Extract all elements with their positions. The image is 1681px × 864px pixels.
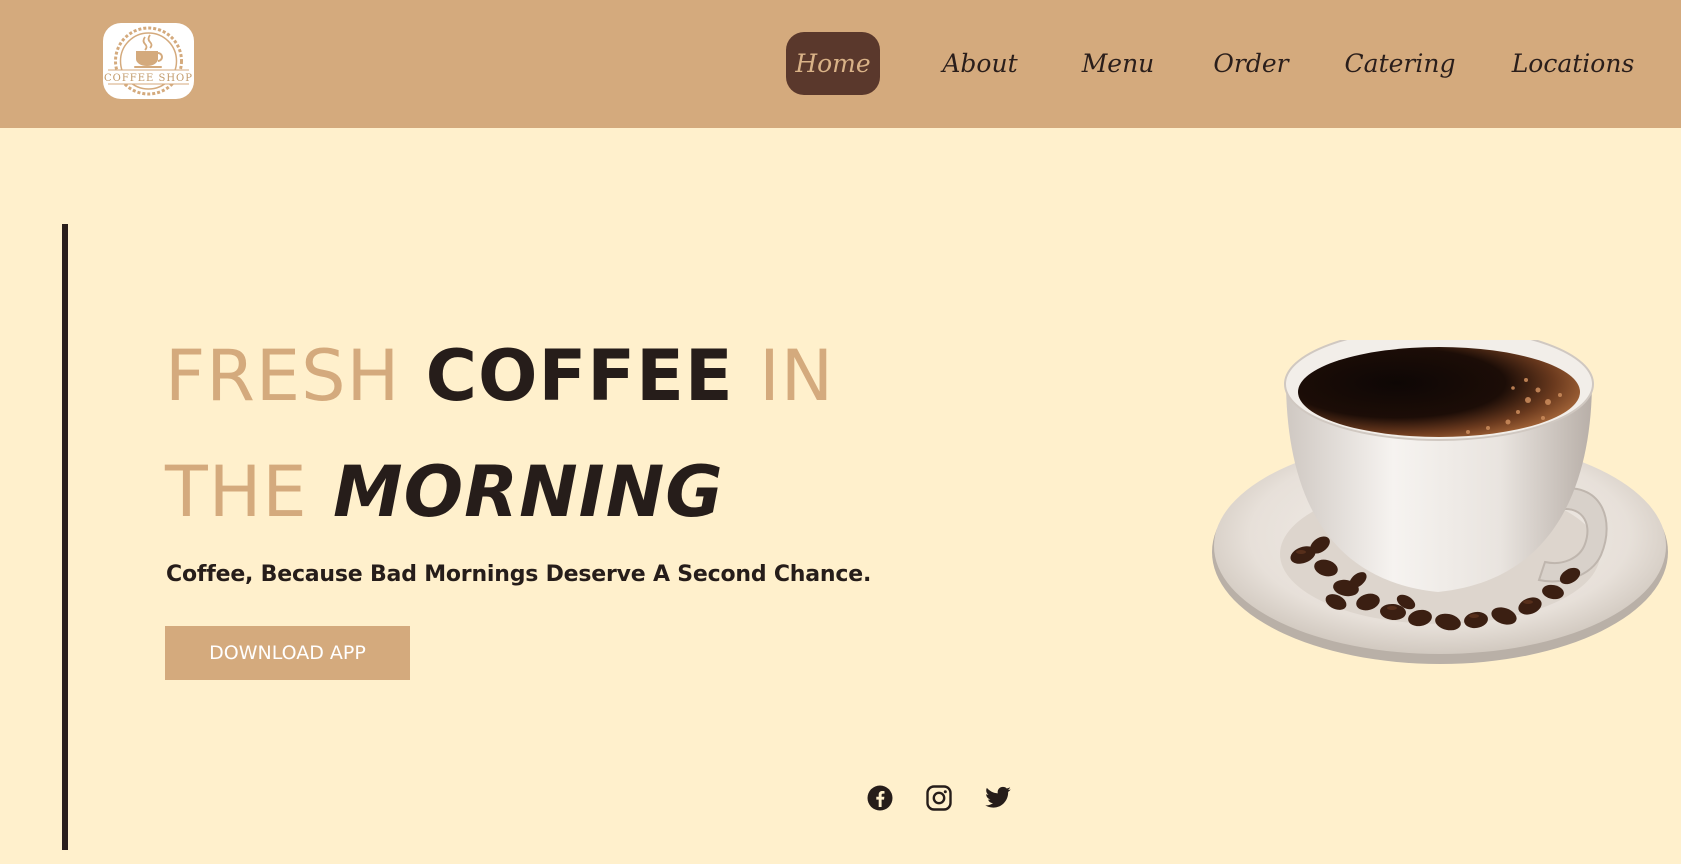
nav-menu[interactable]: Menu: [1070, 32, 1166, 95]
hero-headline-line-2: THE MORNING: [165, 452, 724, 532]
nav-locations[interactable]: Locations: [1508, 32, 1638, 95]
headline-word-in: IN: [759, 335, 835, 417]
main-nav: Home About Menu Order Catering Locations: [0, 32, 1681, 96]
hero-tagline: Coffee, Because Bad Mornings Deserve A S…: [166, 562, 872, 587]
nav-catering[interactable]: Catering: [1337, 32, 1463, 95]
headline-word-the: THE: [165, 451, 308, 533]
headline-word-coffee: COFFEE: [425, 335, 734, 417]
headline-word-morning: MORNING: [333, 451, 724, 533]
download-app-button[interactable]: DOWNLOAD APP: [165, 626, 410, 680]
coffee-cup-image: [1208, 327, 1672, 666]
instagram-icon[interactable]: [925, 784, 953, 812]
nav-home[interactable]: Home: [786, 32, 880, 95]
twitter-icon[interactable]: [984, 784, 1012, 812]
facebook-icon[interactable]: [866, 784, 894, 812]
headline-word-fresh: FRESH: [165, 335, 401, 417]
top-navbar: COFFEE SHOP Home About Menu Order Cateri…: [0, 0, 1681, 128]
hero-accent-bar: [62, 224, 68, 850]
nav-about[interactable]: About: [930, 32, 1030, 95]
hero-headline-line-1: FRESH COFFEE IN: [165, 336, 834, 416]
nav-order[interactable]: Order: [1205, 32, 1297, 95]
